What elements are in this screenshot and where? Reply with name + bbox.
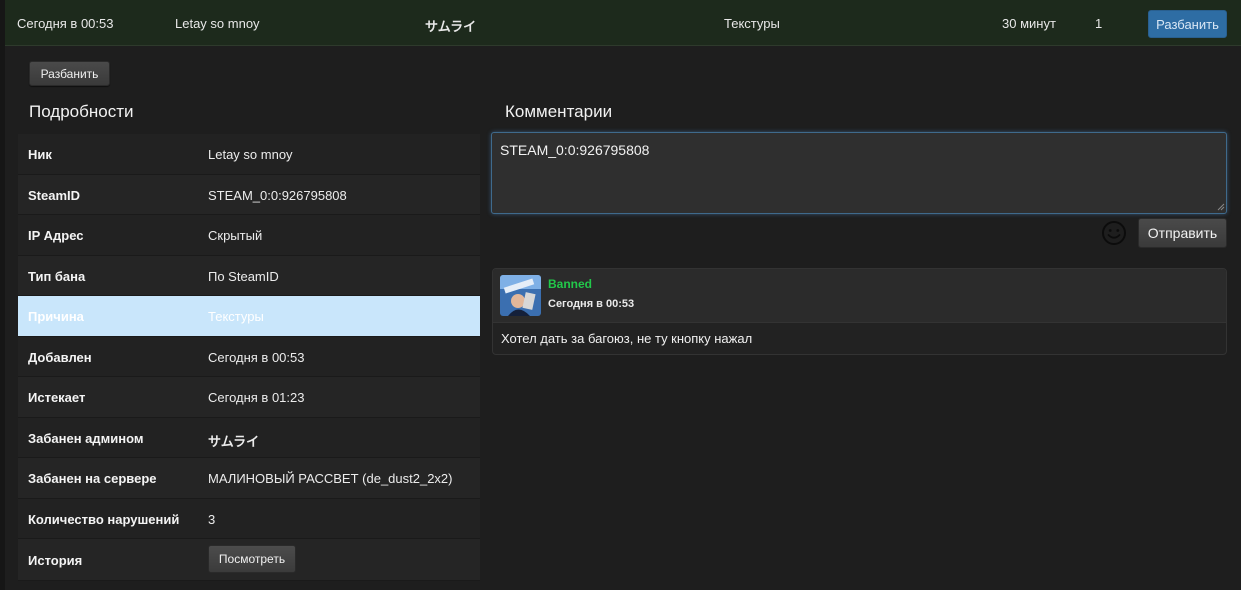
comment-input[interactable] [491,132,1227,214]
comment-time: Сегодня в 00:53 [548,298,635,310]
detail-value: По SteamID [208,268,279,284]
detail-value: 3 [208,511,216,527]
detail-row-steamid: SteamID STEAM_0:0:926795808 [18,174,480,215]
avatar [500,275,541,316]
ban-date: Сегодня в 00:53 [17,16,114,31]
comment-text: Хотел дать за багоюз, не ту кнопку нажал [501,331,753,346]
detail-row-added: Добавлен Сегодня в 00:53 [18,336,480,377]
detail-value: МАЛИНОВЫЙ РАССВЕТ (de_dust2_2x2) [208,471,453,486]
ban-count: 1 [1095,16,1103,31]
detail-label: SteamID [28,187,81,203]
detail-value: Скрытый [208,228,263,243]
smiley-icon[interactable] [1101,220,1127,246]
page-edge [0,0,5,590]
send-button[interactable]: Отправить [1138,218,1227,248]
detail-label: Забанен админом [28,430,144,446]
view-history-button[interactable]: Посмотреть [208,545,296,573]
detail-label: Добавлен [28,349,92,365]
detail-label: Забанен на сервере [28,471,157,486]
detail-row-reason: Причина Текстуры [18,296,480,337]
details-title: Подробности [29,102,134,121]
detail-label: Ник [28,147,52,162]
unban-row-button[interactable]: Разбанить [1148,10,1227,38]
ban-reason: Текстуры [724,16,780,31]
detail-row-server: Забанен на сервере МАЛИНОВЫЙ РАССВЕТ (de… [18,458,480,499]
detail-value: Сегодня в 01:23 [208,390,305,405]
detail-value: サムライ [208,433,260,449]
detail-row-violations: Количество нарушений 3 [18,498,480,539]
detail-row-ip: IP Адрес Скрытый [18,215,480,256]
details-table: Ник Letay so mnoy SteamID STEAM_0:0:9267… [18,134,480,581]
detail-label: Тип бана [28,268,86,284]
ban-nick: Letay so mnoy [175,16,260,31]
detail-label: Количество нарушений [28,511,180,527]
detail-row-expires: Истекает Сегодня в 01:23 [18,377,480,418]
detail-row-nick: Ник Letay so mnoy [18,134,480,175]
detail-row-admin: Забанен админом サムライ [18,417,480,458]
ban-admin: サムライ [425,19,477,34]
comment-author[interactable]: Banned [548,277,592,291]
resize-grip-icon[interactable] [1217,203,1225,211]
detail-value: Letay so mnoy [208,147,293,162]
ban-length: 30 минут [1002,16,1056,31]
comments-title: Комментарии [505,102,613,121]
detail-label: Причина [28,309,84,324]
comment-header: Banned Сегодня в 00:53 [493,269,1226,323]
detail-row-history: История Посмотреть [18,539,480,581]
detail-label: Истекает [28,390,86,405]
ban-list-row[interactable]: Сегодня в 00:53 Letay so mnoy サムライ Текст… [5,0,1241,46]
comment-item: Banned Сегодня в 00:53 Хотел дать за баг… [492,268,1227,355]
detail-row-ban-type: Тип бана По SteamID [18,255,480,296]
unban-button[interactable]: Разбанить [29,61,110,86]
detail-value: Сегодня в 00:53 [208,349,305,365]
detail-value: Текстуры [208,309,264,324]
detail-value: STEAM_0:0:926795808 [208,187,347,203]
detail-label: История [28,553,83,568]
detail-label: IP Адрес [28,228,84,243]
